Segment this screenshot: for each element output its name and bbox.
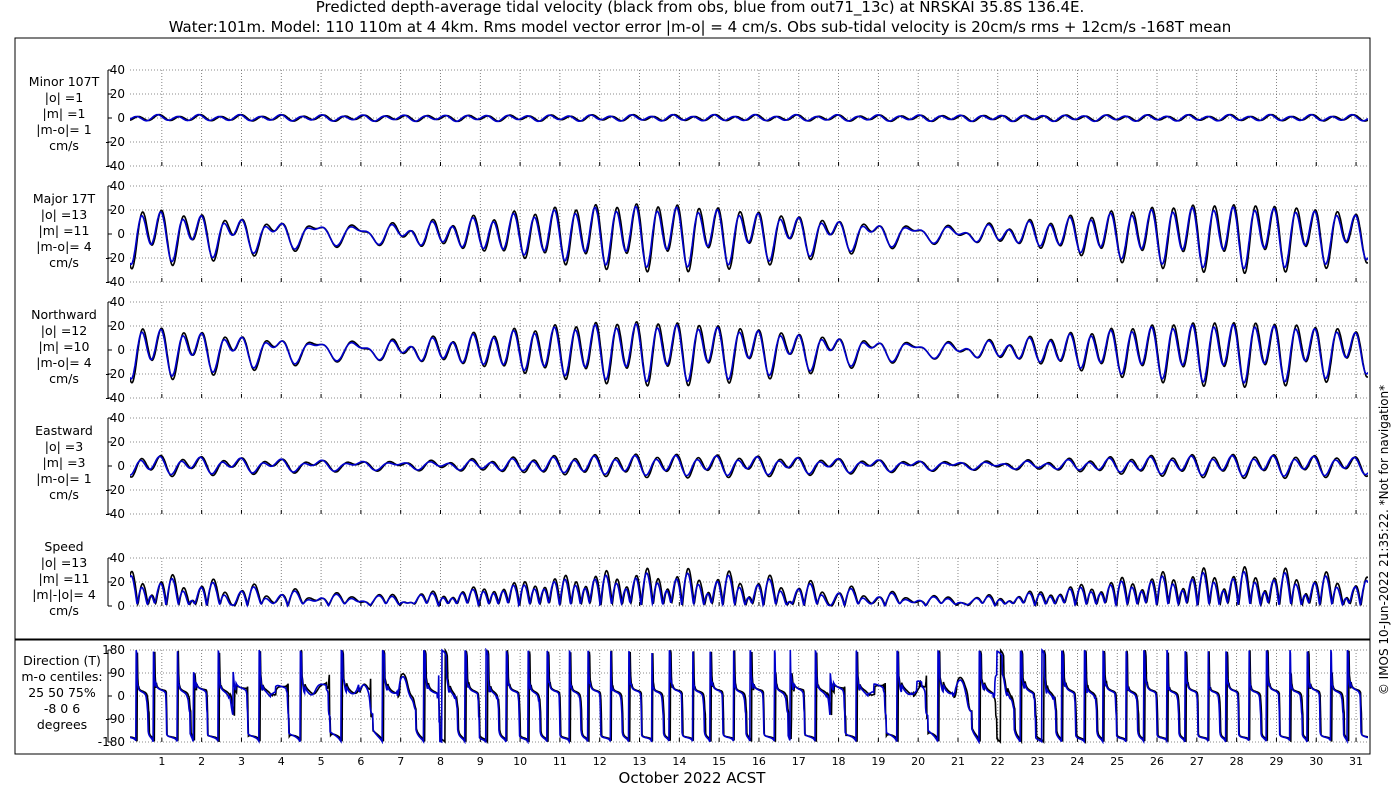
panel-label-line: -8 0 6 — [44, 701, 80, 716]
x-tick-label: 28 — [1230, 755, 1244, 768]
x-tick-label: 14 — [672, 755, 686, 768]
panel-label-line: |m|-|o|= 4 — [32, 587, 96, 602]
x-axis-label: October 2022 ACST — [619, 769, 767, 787]
panel-label-line: Direction (T) — [23, 653, 101, 668]
panel-label-line: |m| =11 — [39, 223, 90, 238]
y-tick-label: 0 — [117, 227, 125, 241]
y-tick-label: 90 — [110, 666, 125, 680]
panel-label-line: cm/s — [49, 255, 79, 270]
y-tick-label: 0 — [117, 599, 125, 613]
panel-label-line: cm/s — [49, 371, 79, 386]
y-tick-label: -180 — [98, 735, 125, 749]
panel-label-line: 25 50 75% — [28, 685, 96, 700]
plot-panels: -40-2002040Minor 107T|o| =1|m| =1|m-o|= … — [21, 63, 1368, 768]
y-tick-label: 20 — [110, 575, 125, 589]
x-tick-label: 10 — [513, 755, 527, 768]
x-tick-label: 18 — [832, 755, 846, 768]
x-tick-label: 6 — [357, 755, 364, 768]
panel-label-line: cm/s — [49, 603, 79, 618]
y-tick-label: 20 — [110, 435, 125, 449]
y-tick-label: 20 — [110, 203, 125, 217]
panel-label-line: |o| =3 — [45, 439, 83, 454]
series-model-minor — [130, 113, 1368, 123]
y-tick-label: 40 — [110, 295, 125, 309]
x-tick-label: 4 — [278, 755, 285, 768]
x-tick-label: 30 — [1309, 755, 1323, 768]
tidal-velocity-figure: Predicted depth-average tidal velocity (… — [14, 0, 1391, 787]
panel-speed: 0 20 40 Speed|o| =13|m| =11|m|-|o|= 4cm/s — [32, 539, 1368, 618]
x-tick-label: 23 — [1031, 755, 1045, 768]
x-tick-label: 25 — [1110, 755, 1124, 768]
chart-title-line-2: Water:101m. Model: 110 110m at 4 4km. Rm… — [169, 18, 1232, 36]
x-tick-label: 29 — [1269, 755, 1283, 768]
y-tick-label: 0 — [117, 459, 125, 473]
x-tick-label: 3 — [238, 755, 245, 768]
x-tick-label: 5 — [318, 755, 325, 768]
x-tick-label: 24 — [1070, 755, 1084, 768]
x-tick-label: 26 — [1150, 755, 1164, 768]
panel-label-line: Northward — [31, 307, 97, 322]
series-obs-north — [130, 321, 1368, 389]
x-tick-label: 7 — [397, 755, 404, 768]
x-tick-label: 21 — [951, 755, 965, 768]
x-tick-label: 15 — [712, 755, 726, 768]
x-tick-label: 1 — [158, 755, 165, 768]
panel-label-line: |o| =13 — [41, 207, 87, 222]
panel-label-line: |o| =13 — [41, 555, 87, 570]
y-tick-label: 0 — [117, 343, 125, 357]
copyright-notice: © IMOS 10-Jun-2022 21:35:22. *Not for na… — [1377, 385, 1391, 695]
x-tick-label: 22 — [991, 755, 1005, 768]
panel-label-line: |m| =10 — [39, 339, 90, 354]
x-tick-label: 8 — [437, 755, 444, 768]
panel-label-line: |o| =12 — [41, 323, 87, 338]
y-tick-label: 180 — [102, 643, 125, 657]
panel-label-line: |m-o|= 1 — [36, 471, 91, 486]
x-tick-label: 16 — [752, 755, 766, 768]
x-tick-label: 12 — [593, 755, 607, 768]
panel-label-line: Eastward — [35, 423, 93, 438]
chart-title-line-1: Predicted depth-average tidal velocity (… — [316, 0, 1085, 17]
x-tick-label: 27 — [1190, 755, 1204, 768]
y-tick-label: 20 — [110, 87, 125, 101]
panel-east: -40-2002040Eastward|o| =3|m| =3|m-o|= 1c… — [35, 411, 1368, 521]
x-tick-label: 9 — [477, 755, 484, 768]
y-tick-label: 40 — [110, 63, 125, 77]
y-tick-label: 40 — [110, 179, 125, 193]
series-obs-speed — [130, 566, 1368, 608]
panel-label-line: |m| =1 — [43, 106, 86, 121]
panel-label-line: m-o centiles: — [21, 669, 102, 684]
y-tick-label: 40 — [110, 551, 125, 565]
panel-label-line: cm/s — [49, 138, 79, 153]
series-model-major — [130, 205, 1368, 270]
panel-label-line: Minor 107T — [29, 74, 100, 89]
x-tick-label: 2 — [198, 755, 205, 768]
panel-label-line: degrees — [37, 717, 87, 732]
y-tick-label: 0 — [117, 111, 125, 125]
panel-major: -40-2002040Major 17T|o| =13|m| =11|m-o|=… — [33, 179, 1368, 289]
panel-label-line: cm/s — [49, 487, 79, 502]
upper-panel-frame — [14, 37, 1371, 640]
panel-minor: -40-2002040Minor 107T|o| =1|m| =1|m-o|= … — [29, 63, 1368, 173]
panel-north: -40-2002040Northward|o| =12|m| =10|m-o|=… — [31, 295, 1368, 405]
panel-label-line: |m-o|= 4 — [36, 355, 91, 370]
series-obs-major — [130, 203, 1368, 275]
x-tick-label: 11 — [553, 755, 567, 768]
panel-direction: 1 2 3 4 5 6 7 8 9 10 11 12 13 14 15 16 17 18 19 20 21 22 23 24 2… — [21, 643, 1368, 768]
y-tick-label: 20 — [110, 319, 125, 333]
panel-label-line: |m| =3 — [43, 455, 86, 470]
panel-label-line: Major 17T — [33, 191, 96, 206]
x-tick-label: 17 — [792, 755, 806, 768]
x-tick-label: 19 — [871, 755, 885, 768]
x-tick-label: 31 — [1349, 755, 1363, 768]
x-tick-label: 20 — [911, 755, 925, 768]
panel-label-line: |m| =11 — [39, 571, 90, 586]
panel-label-line: |m-o|= 1 — [36, 122, 91, 137]
panel-label-line: |o| =1 — [45, 90, 83, 105]
y-tick-label: 40 — [110, 411, 125, 425]
panel-label-line: Speed — [44, 539, 83, 554]
x-tick-label: 13 — [633, 755, 647, 768]
y-tick-label: 0 — [117, 689, 125, 703]
panel-label-line: |m-o|= 4 — [36, 239, 91, 254]
